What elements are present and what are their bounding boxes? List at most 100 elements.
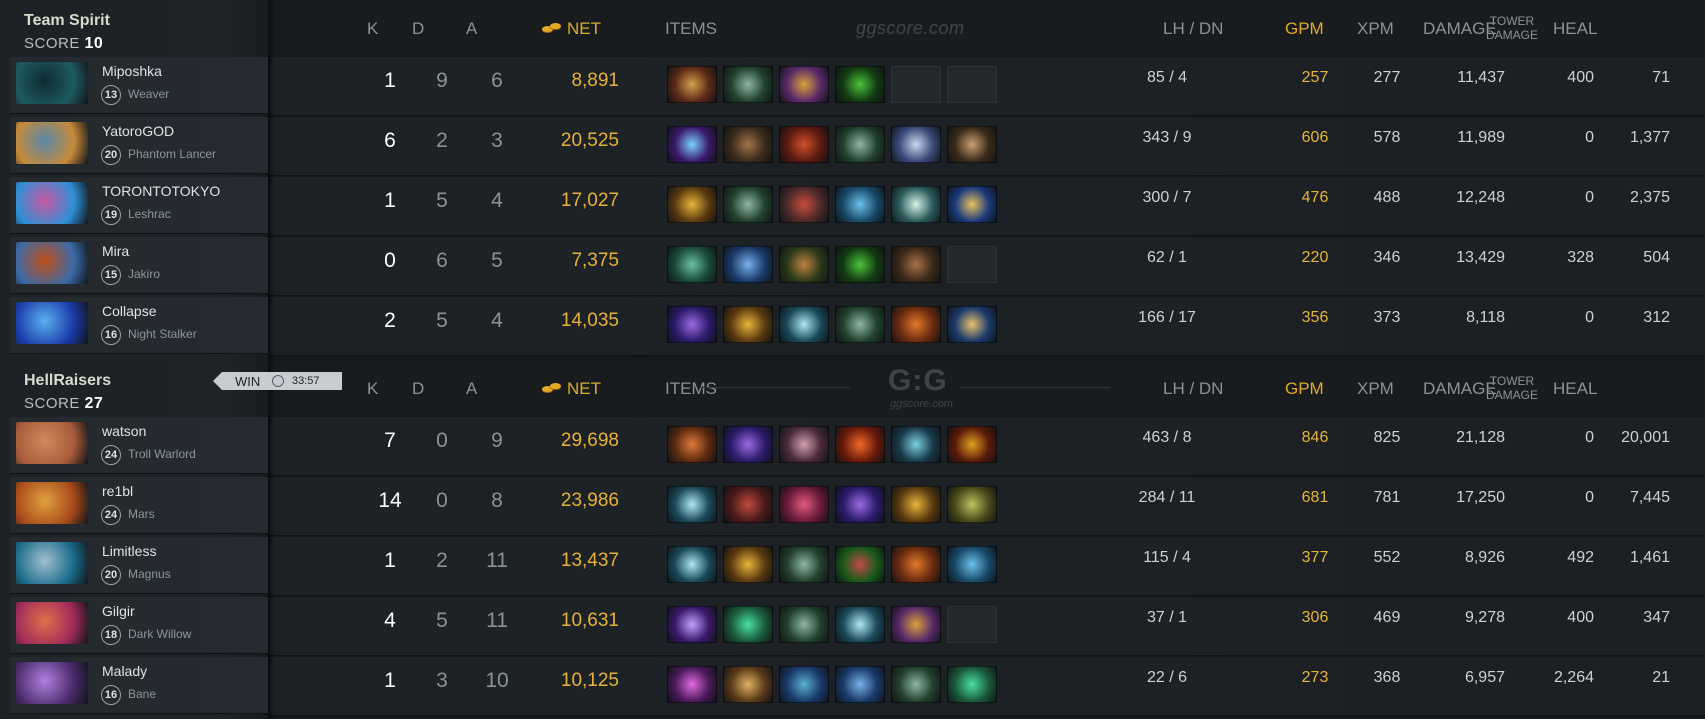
hero-damage: 11,437 [1457, 69, 1505, 86]
item-icon[interactable] [891, 246, 941, 283]
player-card[interactable]: TORONTOTOKYO 19 Leshrac [10, 177, 268, 234]
item-icon[interactable] [667, 546, 717, 583]
item-icon[interactable] [835, 546, 885, 583]
item-icon[interactable] [667, 246, 717, 283]
player-card[interactable]: Limitless 20 Magnus [10, 537, 268, 594]
player-name[interactable]: YatoroGOD [102, 123, 174, 139]
player-name[interactable]: watson [102, 423, 146, 439]
item-icon[interactable] [779, 486, 829, 523]
player-card[interactable]: Gilgir 18 Dark Willow [10, 597, 268, 654]
item-icon[interactable] [779, 66, 829, 103]
item-icon[interactable] [835, 306, 885, 343]
item-icon[interactable] [667, 486, 717, 523]
item-icon[interactable] [947, 306, 997, 343]
item-icon[interactable] [779, 666, 829, 703]
item-icon[interactable] [723, 306, 773, 343]
player-name[interactable]: Collapse [102, 303, 156, 319]
item-icon[interactable] [667, 306, 717, 343]
player-card[interactable]: watson 24 Troll Warlord [10, 417, 268, 474]
player-name[interactable]: Limitless [102, 543, 156, 559]
item-icon[interactable] [723, 66, 773, 103]
gpm: 306 [1301, 609, 1329, 626]
header-col-deaths: D [412, 19, 425, 38]
deaths: 6 [436, 249, 448, 272]
last-hits-denies: 463 / 8 [1142, 429, 1192, 446]
item-icon[interactable] [891, 606, 941, 643]
item-icon[interactable] [947, 486, 997, 523]
hero-portrait [16, 482, 88, 524]
player-stats-row: 1 2 11 13,437 115 / 4 377 552 8,926 492 1,461 [270, 537, 1705, 596]
player-card[interactable]: re1bl 24 Mars [10, 477, 268, 534]
player-name[interactable]: Gilgir [102, 603, 135, 619]
item-icon[interactable] [779, 606, 829, 643]
net-worth: 17,027 [560, 190, 619, 211]
hero-damage: 6,957 [1464, 669, 1505, 686]
kills: 1 [384, 669, 396, 692]
player-card[interactable]: Mira 15 Jakiro [10, 237, 268, 294]
item-icon[interactable] [891, 426, 941, 463]
item-icon[interactable] [835, 246, 885, 283]
item-icon[interactable] [667, 126, 717, 163]
item-icon[interactable] [835, 426, 885, 463]
item-icon[interactable] [723, 246, 773, 283]
item-icon[interactable] [723, 186, 773, 223]
player-stats-row: 6 2 3 20,525 343 / 9 606 578 11,989 0 1,377 [270, 117, 1705, 176]
gpm: 846 [1301, 429, 1329, 446]
item-icon[interactable] [723, 426, 773, 463]
item-icon[interactable] [779, 246, 829, 283]
item-icon[interactable] [947, 666, 997, 703]
item-icon[interactable] [779, 186, 829, 223]
empty-item-slot [947, 66, 997, 103]
item-icon[interactable] [947, 126, 997, 163]
net-worth: 13,437 [560, 550, 619, 571]
item-icon[interactable] [723, 606, 773, 643]
item-icon[interactable] [667, 186, 717, 223]
item-icon[interactable] [891, 126, 941, 163]
item-icon[interactable] [947, 186, 997, 223]
item-icon[interactable] [835, 486, 885, 523]
item-icon[interactable] [891, 486, 941, 523]
item-icon[interactable] [947, 546, 997, 583]
match-duration: 33:57 [292, 375, 320, 387]
player-card[interactable]: Malady 16 Bane [10, 657, 268, 714]
kills: 14 [378, 489, 402, 512]
player-name[interactable]: Miposhka [102, 63, 162, 79]
item-icon[interactable] [723, 546, 773, 583]
item-icon[interactable] [667, 426, 717, 463]
item-icon[interactable] [891, 306, 941, 343]
item-icon[interactable] [667, 606, 717, 643]
player-stats-row: 14 0 8 23,986 284 / 11 681 781 17,250 0 7,445 [270, 477, 1705, 536]
item-icon[interactable] [667, 66, 717, 103]
item-icon[interactable] [891, 546, 941, 583]
hero-portrait [16, 602, 88, 644]
player-name[interactable]: Malady [102, 663, 147, 679]
item-icon[interactable] [779, 546, 829, 583]
item-icon[interactable] [891, 666, 941, 703]
deaths: 0 [436, 489, 448, 512]
item-icon[interactable] [779, 306, 829, 343]
player-card[interactable]: Miposhka 13 Weaver [10, 57, 268, 114]
item-icon[interactable] [723, 486, 773, 523]
item-icon[interactable] [947, 426, 997, 463]
item-icon[interactable] [723, 666, 773, 703]
item-icon[interactable] [835, 606, 885, 643]
player-card[interactable]: Collapse 16 Night Stalker [10, 297, 268, 354]
player-name[interactable]: Mira [102, 243, 129, 259]
item-icon[interactable] [835, 666, 885, 703]
item-icon[interactable] [667, 666, 717, 703]
item-icon[interactable] [779, 126, 829, 163]
logo-divider-left [700, 387, 850, 388]
player-name[interactable]: TORONTOTOKYO [102, 183, 220, 199]
item-icon[interactable] [723, 126, 773, 163]
header-col-kills: K [367, 19, 379, 38]
team-name: HellRaisers [24, 372, 112, 389]
item-icon[interactable] [835, 66, 885, 103]
player-name[interactable]: re1bl [102, 483, 133, 499]
item-icon[interactable] [835, 126, 885, 163]
item-icon[interactable] [891, 186, 941, 223]
header-col-items: ITEMS [665, 379, 717, 398]
item-icon[interactable] [779, 426, 829, 463]
player-card[interactable]: YatoroGOD 20 Phantom Lancer [10, 117, 268, 174]
kills: 1 [384, 189, 396, 212]
item-icon[interactable] [835, 186, 885, 223]
